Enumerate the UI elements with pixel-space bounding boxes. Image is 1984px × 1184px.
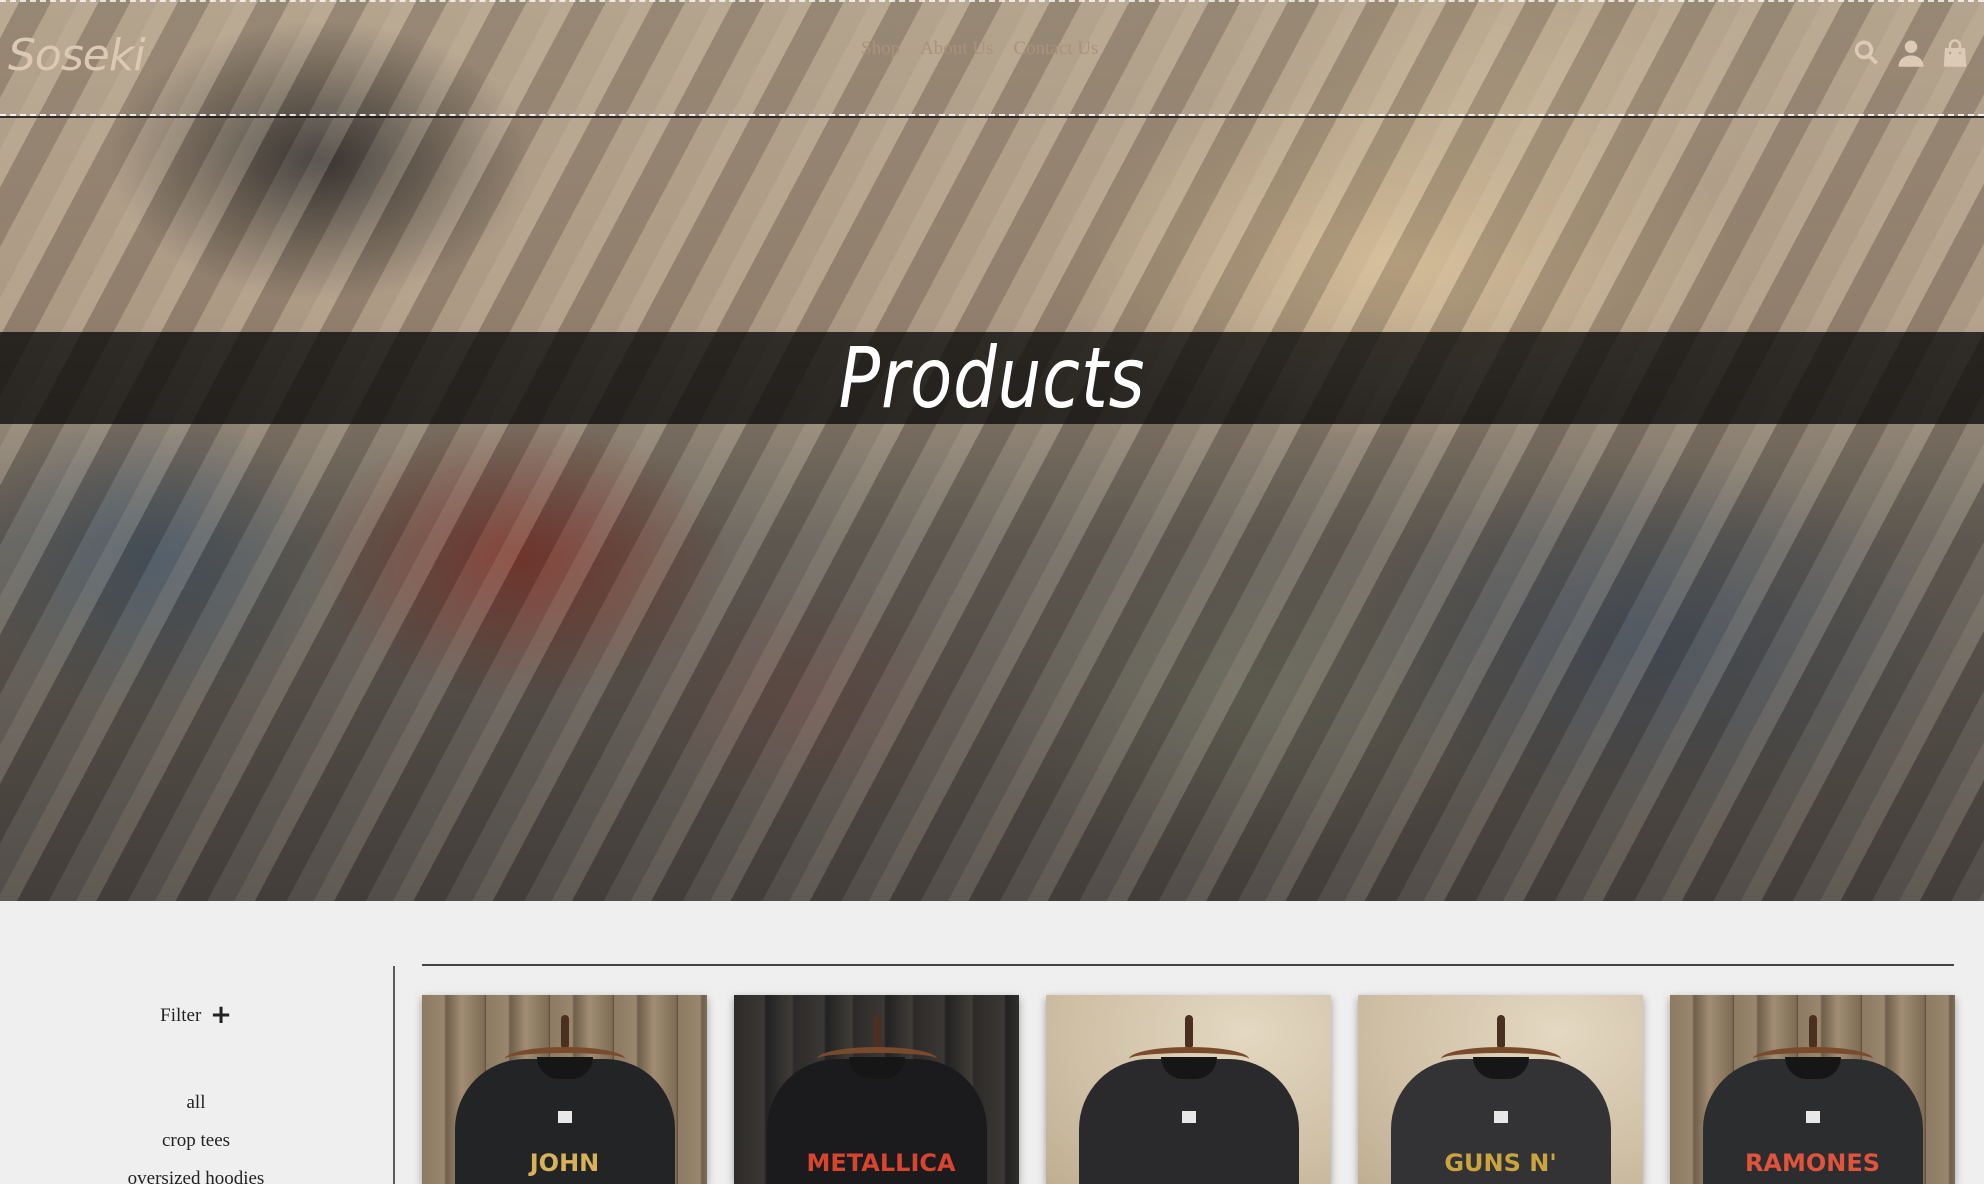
header-icons [1852, 38, 1970, 68]
plus-icon[interactable]: + [210, 1000, 232, 1030]
page-title-band: Products [0, 332, 1984, 424]
nav-link-about-us[interactable]: About Us [920, 38, 993, 60]
product-print: METALLICA [806, 1149, 956, 1177]
bag-icon[interactable] [1940, 38, 1970, 68]
site-logo[interactable]: Soseki [8, 30, 146, 81]
product-card[interactable]: GUNS N' [1358, 995, 1643, 1184]
category-oversized-hoodies[interactable]: oversized hoodies [0, 1160, 392, 1184]
filter-label: Filter [160, 1005, 202, 1026]
category-list: all crop tees oversized hoodies [0, 1084, 392, 1184]
product-print: GUNS N' [1444, 1149, 1557, 1177]
nav-link-contact-us[interactable]: Contact Us [1013, 38, 1098, 60]
product-card[interactable]: JOHN LENNON [422, 995, 707, 1184]
category-all[interactable]: all [0, 1084, 392, 1122]
product-print: RAMONES [1744, 1149, 1881, 1177]
main-nav: Shop About Us Contact Us [861, 38, 1098, 60]
grid-top-rule [422, 964, 1954, 966]
category-crop-tees[interactable]: crop tees [0, 1122, 392, 1160]
account-icon[interactable] [1896, 38, 1926, 68]
page-title: Products [838, 329, 1146, 427]
product-grid: JOHN LENNON METALLICA GUNS N' RAMONES [422, 995, 1984, 1184]
site-header: Soseki Shop About Us Contact Us [0, 0, 1984, 116]
filter-toggle[interactable]: Filter + [0, 1000, 392, 1030]
search-icon[interactable] [1852, 38, 1882, 68]
product-print: JOHN LENNON [529, 1149, 600, 1177]
filter-sidebar: Filter + all crop tees oversized hoodies [0, 966, 392, 1184]
nav-link-shop[interactable]: Shop [861, 38, 900, 60]
product-card[interactable]: RAMONES [1670, 995, 1955, 1184]
sidebar-divider [393, 966, 395, 1184]
product-card[interactable] [1046, 995, 1331, 1184]
hero-banner [0, 0, 1984, 901]
product-card[interactable]: METALLICA [734, 995, 1019, 1184]
